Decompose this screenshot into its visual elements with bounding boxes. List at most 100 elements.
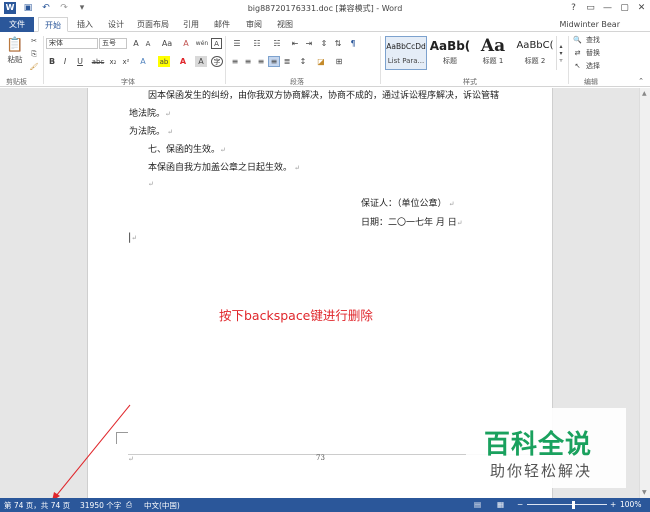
style-name: 标题 1 xyxy=(482,57,504,65)
cut-icon[interactable]: ✂ xyxy=(29,36,39,46)
print-layout-icon[interactable]: ▦ xyxy=(497,500,504,509)
style-heading-2[interactable]: AaBbC( 标题 2 xyxy=(514,36,556,70)
text-line[interactable]: 保证人：（单位公章） ↵ xyxy=(361,196,455,209)
tab-home[interactable]: 开始 xyxy=(38,17,68,32)
text-line[interactable]: 因本保函发生的纠纷，由你我双方协商解决，协商不成的，通过诉讼程序解决，诉讼管辖 xyxy=(148,88,499,101)
align-center-icon[interactable]: ≡ xyxy=(242,56,254,67)
decrease-indent-icon[interactable]: ⇤ xyxy=(289,38,301,49)
distributed-icon[interactable]: ≣ xyxy=(281,56,293,67)
tab-design[interactable]: 设计 xyxy=(103,17,129,32)
bold-button[interactable]: B xyxy=(47,56,57,67)
style-heading-1[interactable]: Aa 标题 1 xyxy=(472,36,514,70)
tab-mailings[interactable]: 邮件 xyxy=(209,17,235,32)
styles-scroll-icon[interactable]: ▴ ▾ ▿ xyxy=(556,36,565,70)
style-preview: AaBb( xyxy=(429,39,471,53)
strikethrough-button[interactable]: abc xyxy=(91,56,105,67)
numbering-icon[interactable]: ☷ xyxy=(249,38,265,49)
scroll-up-icon[interactable]: ▲ xyxy=(642,90,647,97)
instruction-annotation: 按下backspace键进行删除 xyxy=(219,308,373,323)
proofing-icon[interactable]: ⎙ xyxy=(126,500,132,510)
text-line[interactable]: 为法院。 ↵ xyxy=(129,124,173,137)
vertical-scrollbar[interactable]: ▲ ▼ xyxy=(639,88,650,498)
tab-review[interactable]: 审阅 xyxy=(241,17,267,32)
align-right-icon[interactable]: ≡ xyxy=(255,56,267,67)
text-line[interactable]: 七、保函的生效。↵ xyxy=(148,142,226,155)
format-painter-icon[interactable]: 🖌 xyxy=(29,62,39,72)
tab-file[interactable]: 文件 xyxy=(0,17,34,32)
superscript-button[interactable]: x² xyxy=(120,56,132,67)
copy-icon[interactable]: ⎘ xyxy=(29,49,39,59)
align-left-icon[interactable]: ≡ xyxy=(229,56,241,67)
highlight-icon[interactable]: ab xyxy=(158,56,170,67)
find-button[interactable]: 查找 xyxy=(583,35,603,45)
zoom-slider-thumb[interactable] xyxy=(572,501,575,509)
text-content[interactable]: 保证人：（单位公章） xyxy=(361,199,447,209)
maximize-button[interactable]: ▢ xyxy=(616,0,633,16)
page-count[interactable]: 第 74 页，共 74 页 xyxy=(4,500,70,511)
clear-format-button[interactable]: A xyxy=(180,38,192,49)
zoom-out-icon[interactable]: − xyxy=(517,500,523,509)
font-name-combo[interactable]: 宋体 xyxy=(46,38,98,49)
word-count[interactable]: 31950 个字 xyxy=(80,500,121,511)
char-shading-icon[interactable]: A xyxy=(195,56,207,67)
zoom-slider[interactable] xyxy=(527,504,607,505)
tab-insert[interactable]: 插入 xyxy=(72,17,98,32)
phonetic-guide-button[interactable]: wén xyxy=(195,38,209,49)
select-icon[interactable]: ↖ xyxy=(573,61,582,71)
shading-icon[interactable]: ◪ xyxy=(314,56,328,67)
sort-icon[interactable]: ⇅ xyxy=(332,38,344,49)
ribbon-display-button[interactable]: ▭ xyxy=(582,0,599,16)
chinese-layout-icon[interactable]: ⇕ xyxy=(318,38,330,49)
text-effects-icon[interactable]: A xyxy=(137,56,149,67)
text-content[interactable]: 为法院。 xyxy=(129,127,165,137)
help-button[interactable]: ? xyxy=(565,0,582,16)
justify-icon[interactable]: ≡ xyxy=(268,56,280,67)
multilevel-list-icon[interactable]: ☵ xyxy=(269,38,285,49)
tab-references[interactable]: 引用 xyxy=(178,17,204,32)
select-button[interactable]: 选择 xyxy=(583,61,603,71)
read-mode-icon[interactable]: ▤ xyxy=(474,500,481,509)
enclose-char-icon[interactable]: 字 xyxy=(211,56,223,67)
find-icon[interactable]: 🔍 xyxy=(573,35,582,45)
change-case-button[interactable]: Aa xyxy=(158,38,176,49)
italic-button[interactable]: I xyxy=(60,56,70,67)
show-marks-icon[interactable]: ¶ xyxy=(347,38,359,49)
scroll-down-icon[interactable]: ▼ xyxy=(642,489,647,496)
paste-button[interactable]: 粘贴 xyxy=(5,54,25,64)
bullets-icon[interactable]: ☰ xyxy=(229,38,245,49)
tab-layout[interactable]: 页面布局 xyxy=(134,17,172,32)
shrink-font-button[interactable]: A xyxy=(143,38,153,49)
user-name[interactable]: Midwinter Bear xyxy=(559,17,620,32)
font-size-combo[interactable]: 五号 xyxy=(99,38,127,49)
text-line[interactable]: 地法院。↵ xyxy=(129,106,171,119)
text-line[interactable]: 本保函自我方加盖公章之日起生效。 ↵ xyxy=(148,160,300,173)
style-title[interactable]: AaBb( 标题 xyxy=(429,36,471,70)
minimize-button[interactable]: — xyxy=(599,0,616,16)
text-content[interactable]: 地法院。 xyxy=(129,109,165,119)
text-content[interactable]: 七、保函的生效。 xyxy=(148,145,220,155)
zoom-level[interactable]: 100% xyxy=(620,500,641,509)
underline-button[interactable]: U xyxy=(73,56,87,67)
text-content[interactable]: 本保函自我方加盖公章之日起生效。 xyxy=(148,163,292,173)
line-spacing-icon[interactable]: ↕ xyxy=(296,56,310,67)
collapse-ribbon-icon[interactable]: ⌃ xyxy=(636,76,646,85)
font-color-icon[interactable]: A xyxy=(177,56,189,67)
grow-font-button[interactable]: A xyxy=(131,38,141,49)
replace-button[interactable]: 替换 xyxy=(583,48,603,58)
text-cursor[interactable]: |↵ xyxy=(128,232,137,243)
borders-icon[interactable]: ⊞ xyxy=(332,56,346,67)
replace-icon[interactable]: ⇄ xyxy=(573,48,582,58)
subscript-button[interactable]: x₂ xyxy=(107,56,119,67)
close-button[interactable]: ✕ xyxy=(633,0,650,16)
language-indicator[interactable]: 中文(中国) xyxy=(144,500,180,511)
style-list-paragraph[interactable]: AaBbCcDd List Para... xyxy=(385,36,427,70)
zoom-in-icon[interactable]: + xyxy=(610,500,616,509)
increase-indent-icon[interactable]: ⇥ xyxy=(303,38,315,49)
ribbon-tabs: 文件 开始 插入 设计 页面布局 引用 邮件 审阅 视图 xyxy=(0,17,650,32)
char-border-button[interactable]: A xyxy=(211,38,222,49)
text-content[interactable]: 日期：二〇一七年 月 日 xyxy=(361,218,457,228)
paste-icon[interactable]: 📋 xyxy=(6,36,24,54)
text-line[interactable]: 日期：二〇一七年 月 日↵ xyxy=(361,215,463,228)
tab-view[interactable]: 视图 xyxy=(272,17,298,32)
clipboard-group-label: 剪贴板 xyxy=(6,78,27,86)
